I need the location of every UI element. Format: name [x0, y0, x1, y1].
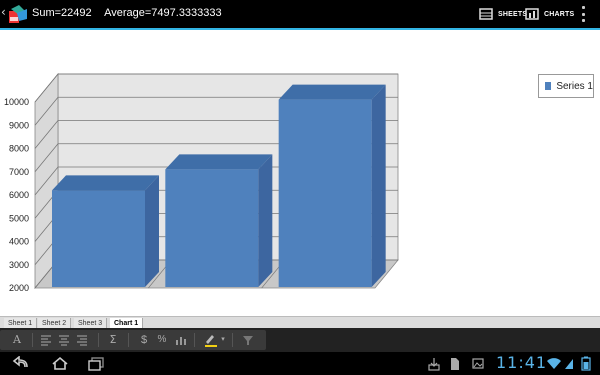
- back-icon[interactable]: [12, 356, 32, 371]
- bar-chart: 2000 3000 4000 5000 6000 7000 8000 9000 10000: [4, 72, 399, 293]
- overflow-menu-icon[interactable]: [580, 6, 586, 22]
- toolbar-separator: [128, 333, 129, 347]
- home-icon[interactable]: [50, 356, 70, 371]
- filter-icon[interactable]: [242, 332, 254, 348]
- bar-side: [145, 175, 159, 287]
- font-icon[interactable]: A: [10, 332, 24, 348]
- recent-apps-icon[interactable]: [86, 356, 106, 371]
- toolbar-separator: [98, 333, 99, 347]
- battery-icon: [581, 356, 591, 371]
- y-tick-label: 5000: [9, 213, 29, 223]
- sheets-icon: [479, 8, 493, 20]
- bar-side: [258, 154, 273, 287]
- wifi-icon: [547, 358, 561, 369]
- y-tick-label: 7000: [9, 167, 29, 177]
- charts-label: CHARTS: [544, 10, 575, 18]
- sheets-label: SHEETS: [498, 10, 528, 18]
- selection-summary: Sum=22492 Average=7497.3333333: [32, 7, 232, 19]
- status-clock: 11:41: [496, 353, 548, 372]
- charts-button[interactable]: CHARTS: [524, 5, 574, 23]
- y-tick-label: 4000: [9, 237, 29, 247]
- bar-side: [371, 84, 386, 287]
- percent-icon[interactable]: %: [156, 332, 168, 348]
- legend-label: Series 1: [556, 80, 593, 92]
- highlight-color-icon[interactable]: [202, 332, 220, 348]
- document-notification-icon[interactable]: [450, 356, 460, 371]
- download-notification-icon[interactable]: [428, 356, 440, 371]
- sheets-button[interactable]: SHEETS: [478, 5, 527, 23]
- bar-front: [52, 190, 145, 287]
- system-navigation-bar: 11:41: [0, 352, 600, 375]
- average-text: Average=7497.3333333: [104, 7, 222, 19]
- chart-legend: Series 1: [538, 74, 594, 98]
- sum-text: Sum=22492: [32, 7, 92, 19]
- format-toolbar: A Σ $ % ▾: [0, 328, 600, 352]
- align-left-icon[interactable]: [40, 332, 52, 348]
- insert-chart-icon[interactable]: [174, 332, 188, 348]
- bar-top: [278, 84, 386, 100]
- toolbar-separator: [232, 333, 233, 347]
- dropdown-caret-icon[interactable]: ▾: [220, 332, 226, 348]
- y-tick-label: 2000: [9, 283, 29, 293]
- legend-swatch: [545, 82, 552, 90]
- align-right-icon[interactable]: [76, 332, 88, 348]
- bar-front: [278, 99, 372, 287]
- signal-icon: [565, 359, 573, 369]
- bar-top: [165, 154, 273, 170]
- bar-front: [165, 169, 259, 287]
- sum-icon[interactable]: Σ: [106, 332, 120, 348]
- y-tick-label: 10000: [4, 97, 29, 107]
- bar-top: [52, 175, 159, 191]
- toolbar-separator: [32, 333, 33, 347]
- y-tick-label: 8000: [9, 144, 29, 154]
- chart-canvas: 2000 3000 4000 5000 6000 7000 8000 9000 10000 Se…: [0, 30, 600, 316]
- top-action-bar: ‹ Sum=22492 Average=7497.3333333 SHEETS …: [0, 0, 600, 28]
- toolbar-separator: [194, 333, 195, 347]
- charts-icon: [525, 8, 539, 20]
- y-tick-label: 3000: [9, 260, 29, 270]
- image-notification-icon[interactable]: [472, 356, 484, 371]
- align-center-icon[interactable]: [58, 332, 70, 348]
- app-logo-icon[interactable]: [7, 3, 29, 25]
- y-tick-label: 6000: [9, 190, 29, 200]
- y-tick-label: 9000: [9, 120, 29, 130]
- currency-icon[interactable]: $: [138, 332, 150, 348]
- sheet-tab-bar: Sheet 1 Sheet 2 Sheet 3 Chart 1: [0, 316, 600, 329]
